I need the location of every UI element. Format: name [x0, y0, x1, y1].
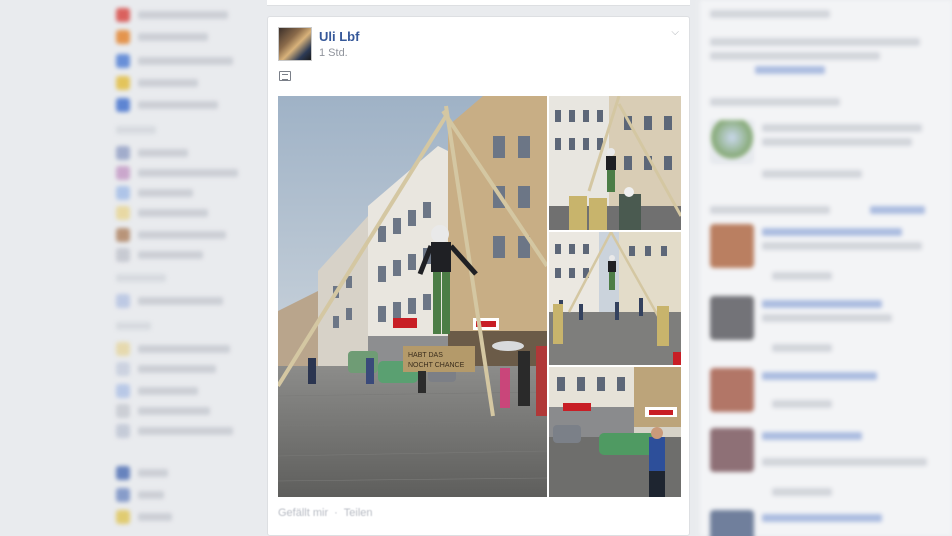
protest-sign-text: NOCHT CHANCE: [408, 362, 465, 369]
nav-header: [116, 126, 156, 134]
share-link[interactable]: Teilen: [344, 507, 373, 519]
nav-item[interactable]: [116, 76, 198, 90]
nav-item[interactable]: [116, 54, 233, 68]
nav-item[interactable]: [116, 248, 203, 262]
post-photo-thumbnail[interactable]: [549, 232, 681, 365]
protest-sign-text: HABT DAS: [408, 352, 443, 359]
nav-item[interactable]: [116, 342, 230, 356]
nav-item[interactable]: [116, 228, 226, 242]
post-photo-main[interactable]: HABT DAS NOCHT CHANCE: [278, 96, 547, 497]
avatar[interactable]: [278, 27, 312, 61]
nav-header: [116, 322, 151, 330]
nav-item[interactable]: [116, 186, 193, 200]
left-navigation: [0, 0, 258, 536]
previous-post-edge: [267, 0, 690, 6]
nav-item[interactable]: [116, 30, 208, 44]
nav-item[interactable]: [116, 294, 223, 308]
nav-item[interactable]: [116, 166, 238, 180]
globe-icon[interactable]: [279, 71, 291, 81]
post-card: Uli Lbf 1 Std. ⌵ HABT DAS NOCHT CHANCE G…: [267, 16, 690, 536]
nav-item[interactable]: [116, 510, 172, 524]
post-photo-thumbnail[interactable]: [549, 96, 681, 230]
post-actions: Gefällt mir · Teilen: [278, 507, 373, 519]
nav-header: [116, 274, 166, 282]
like-link[interactable]: Gefällt mir: [278, 507, 328, 519]
right-sidebar: [700, 0, 952, 536]
nav-item[interactable]: [116, 146, 188, 160]
nav-item[interactable]: [116, 98, 218, 112]
nav-item[interactable]: [116, 404, 210, 418]
nav-item[interactable]: [116, 384, 198, 398]
nav-item[interactable]: [116, 206, 208, 220]
nav-item[interactable]: [116, 424, 233, 438]
nav-item[interactable]: [116, 8, 228, 22]
nav-item[interactable]: [116, 488, 164, 502]
post-author-name[interactable]: Uli Lbf: [319, 29, 359, 44]
post-photo-thumbnail[interactable]: [549, 367, 681, 497]
nav-item[interactable]: [116, 362, 216, 376]
action-separator: ·: [334, 507, 338, 519]
nav-item[interactable]: [116, 466, 168, 480]
post-timestamp[interactable]: 1 Std.: [319, 47, 348, 59]
chevron-down-icon[interactable]: ⌵: [671, 27, 679, 38]
